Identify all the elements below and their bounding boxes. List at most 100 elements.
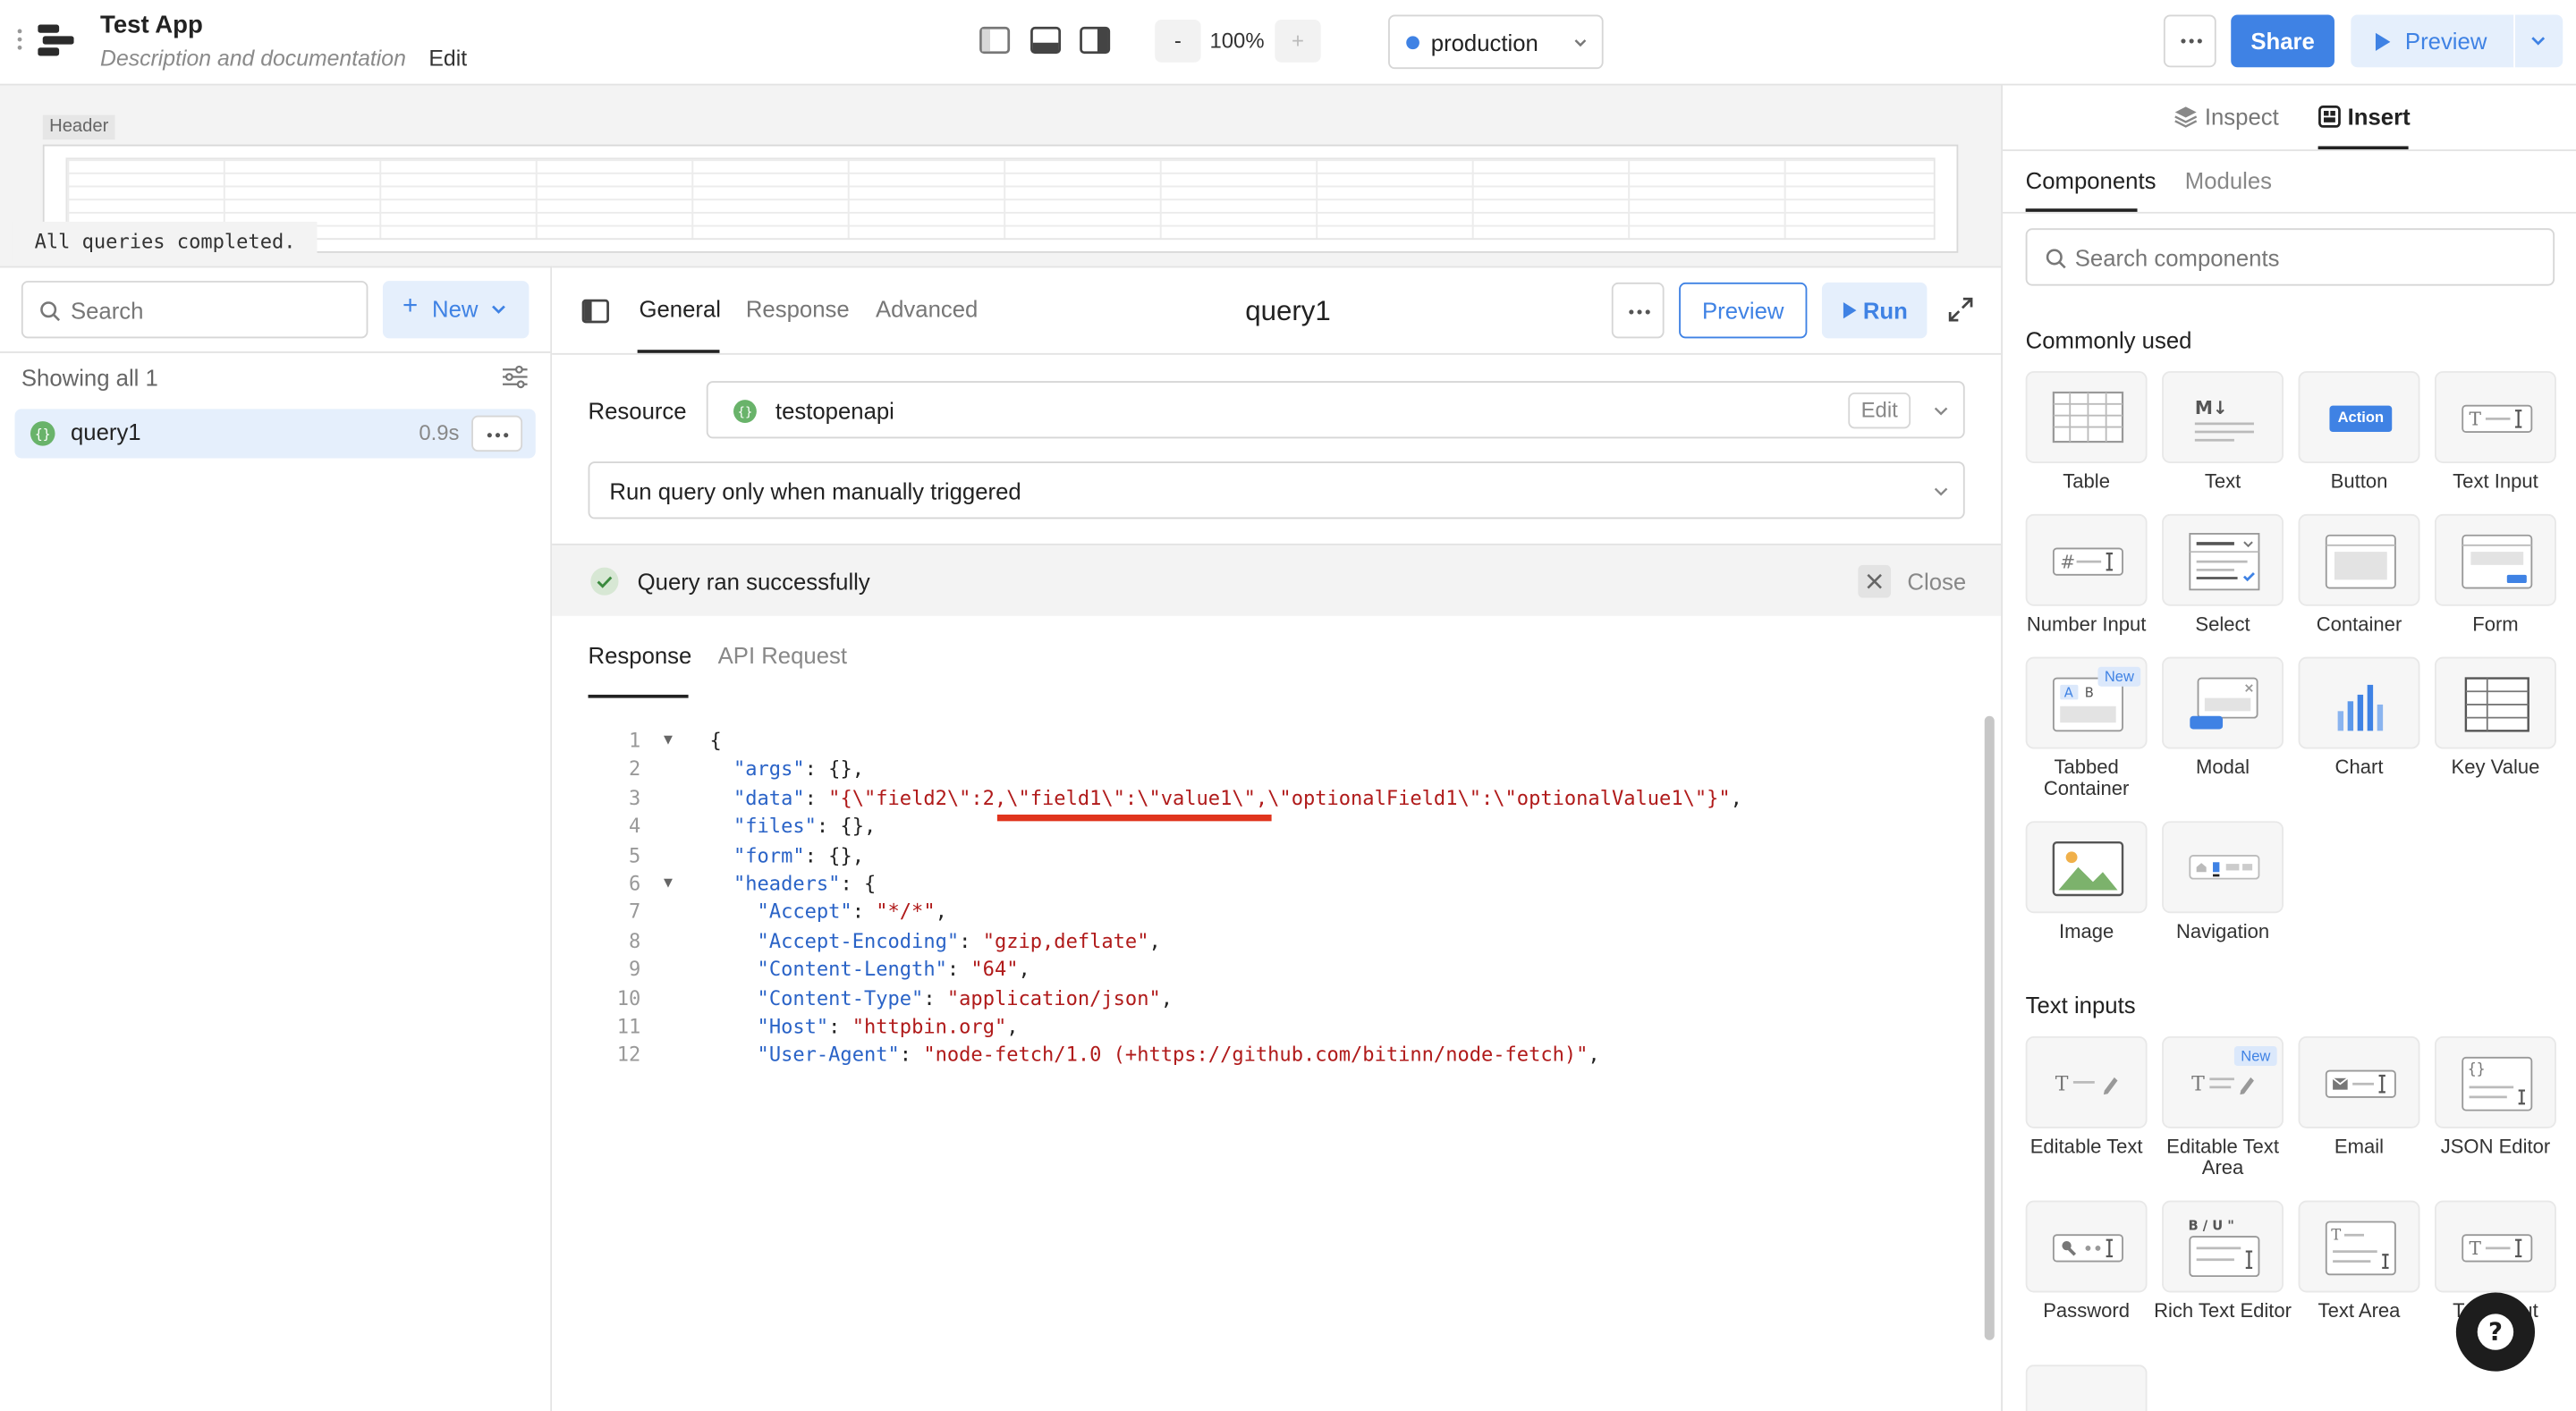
chevron-down-icon [1934,407,1948,416]
edit-resource-button[interactable]: Edit [1848,392,1911,429]
tile-label: Container [2316,613,2402,636]
app-root: Test App Description and documentation E… [0,0,2576,1411]
code-line: 5 "form": {}, [589,841,1985,870]
line-number: 3 [629,786,641,810]
tab-api-request[interactable]: API Request [718,642,847,668]
app-title[interactable]: Test App [100,12,203,39]
response-json-viewer[interactable]: 1 ▼{2 "args": {}, 3 "data": "{\"field2\":2… [589,728,1985,1070]
line-number: 1 [629,729,641,753]
new-query-button[interactable]: + New [382,281,530,339]
tile-label: Select [2195,613,2250,636]
code-text: "Content-Type": "application/json", [757,985,1174,1010]
insert-panel: Inspect Insert Components Modules Search… [2001,85,2576,1411]
sidebar-toggle-icon[interactable] [581,299,609,324]
text-input-icon: T [2462,1234,2533,1263]
tile-label: Editable Text Area [2166,1135,2279,1179]
left-panel-toggle-icon[interactable] [979,26,1011,55]
code-text: "args": {}, [733,757,864,782]
preview-button[interactable]: Preview [2351,14,2514,68]
success-check-icon [590,567,619,596]
search-icon [2046,249,2066,269]
tile-label: Editable Text [2029,1135,2143,1158]
active-tab-indicator [588,694,689,698]
close-status-label[interactable]: Close [1907,568,1966,594]
line-number: 2 [629,757,641,782]
close-status-button[interactable] [1858,564,1892,598]
query-options-button[interactable] [471,415,523,452]
query-more-button[interactable] [1611,282,1665,339]
container-icon [2325,534,2396,589]
code-line: 10 "Content-Type": "application/json", [589,984,1985,1013]
query-preview-button[interactable]: Preview [1679,282,1808,339]
tile-label: Navigation [2175,919,2270,943]
fold-arrow-icon[interactable]: ▼ [664,728,673,756]
search-icon [40,301,61,322]
tile-label: Modal [2196,755,2250,779]
help-button[interactable]: ? [2455,1292,2536,1372]
resource-select[interactable]: {} testopenapi Edit [706,381,1965,439]
filter-settings-icon[interactable] [501,365,529,390]
zoom-in-button[interactable]: + [1275,20,1321,63]
tab-insert-label: Insert [2347,103,2411,131]
tab-general[interactable]: General [639,296,720,322]
component-tile-partial[interactable] [2025,1365,2148,1411]
section-text-inputs: Text inputs [2025,992,2136,1018]
zoom-out-button[interactable]: - [1155,20,1201,63]
run-query-button[interactable]: Run [1821,282,1928,339]
query-title[interactable]: query1 [1245,296,1330,329]
tile-preview: T New [2162,1035,2284,1128]
tile-preview [2025,1200,2148,1293]
ellipsis-icon [1629,309,1650,315]
environment-select[interactable]: production [1388,14,1604,70]
fold-arrow-icon[interactable]: ▼ [664,870,673,899]
tab-inspect-label: Inspect [2204,103,2279,131]
trigger-mode-label: Run query only when manually triggered [609,477,1021,504]
code-line: 11 "Host": "httpbin.org", [589,1013,1985,1042]
tile-label: Chart [2334,755,2384,779]
preview-options-button[interactable] [2514,14,2563,68]
ellipsis-icon [487,433,509,438]
right-panel-toggle-icon[interactable] [1080,26,1111,55]
header-frame-tag[interactable]: Header [42,114,115,140]
svg-text:T: T [2055,1074,2069,1096]
code-text: "Content-Length": "64", [757,958,1030,981]
query-search-input[interactable]: Search [21,281,369,339]
ellipsis-icon [2181,38,2202,44]
email-icon [2325,1069,2396,1098]
svg-text:{}: {} [2468,1060,2486,1077]
app-logo-icon[interactable] [38,24,74,58]
tile-preview: B / U " [2162,1200,2284,1293]
edit-description-link[interactable]: Edit [428,46,467,71]
api-resource-icon: {} [30,421,55,446]
select-icon [2189,533,2260,591]
expand-icon[interactable] [1948,297,1973,322]
editor-scrollbar[interactable] [1984,715,1995,1340]
number-input-icon: # [2052,547,2123,576]
svg-text:{}: {} [35,427,51,442]
share-button[interactable]: Share [2231,14,2334,68]
app-description[interactable]: Description and documentation [100,46,406,71]
new-badge: New [2233,1045,2277,1067]
drag-handle-icon[interactable] [16,28,22,51]
tile-preview: T [2298,1200,2420,1293]
query-list-item[interactable]: {} query1 0.9s [14,409,536,459]
tab-modules[interactable]: Modules [2185,167,2272,193]
svg-text:T: T [2191,1074,2205,1096]
tab-advanced[interactable]: Advanced [876,296,978,322]
tab-response[interactable]: Response [746,296,850,322]
trigger-mode-select[interactable]: Run query only when manually triggered [588,461,1965,520]
api-resource-icon: {} [733,400,757,424]
tab-components[interactable]: Components [2026,167,2157,193]
environment-label: production [1430,30,1538,56]
component-search-input[interactable]: Search components [2025,228,2555,286]
tab-response-output[interactable]: Response [589,642,692,668]
more-options-button[interactable] [2163,14,2216,68]
chart-icon [2337,684,2384,731]
tile-preview: T [2025,1035,2148,1128]
help-icon: ? [2477,1314,2514,1350]
line-number: 5 [629,843,641,866]
bottom-panel-toggle-icon[interactable] [1030,26,1062,55]
svg-text:B / U ": B / U " [2188,1219,2233,1234]
tile-label: JSON Editor [2440,1135,2551,1158]
tile-preview [2025,371,2148,463]
